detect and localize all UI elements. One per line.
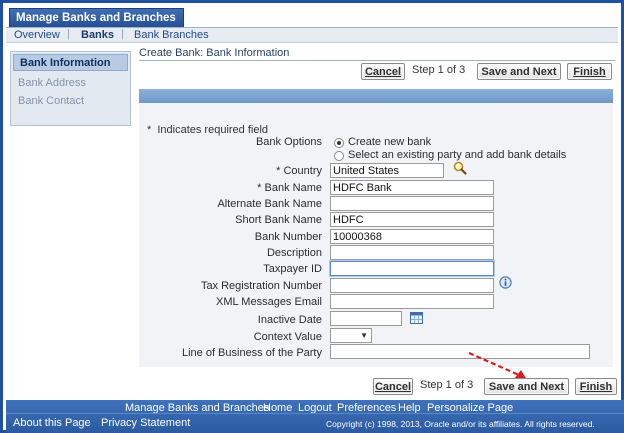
- finish-button-bottom[interactable]: Finish: [575, 378, 617, 395]
- country-value: United States: [333, 165, 400, 177]
- country-label-text: Country: [283, 165, 322, 177]
- cancel-button-label: Cancel: [364, 65, 402, 78]
- country-field[interactable]: United States: [330, 163, 444, 178]
- line-of-business-label: Line of Business of the Party: [181, 347, 322, 359]
- short-bank-name-input[interactable]: HDFC: [330, 212, 494, 227]
- save-and-next-label: Save and Next: [488, 380, 565, 393]
- app-window: Manage Banks and Branches Overview | Ban…: [0, 0, 624, 433]
- cancel-button-label: Cancel: [374, 380, 412, 393]
- tab-banks[interactable]: Banks: [81, 29, 114, 41]
- footer-link-about-page[interactable]: About this Page: [13, 417, 91, 429]
- save-and-next-button-bottom[interactable]: Save and Next: [484, 378, 569, 395]
- step-indicator-top: Step 1 of 3: [412, 64, 466, 76]
- context-value-label: Context Value: [253, 331, 322, 343]
- radio-create-new-bank-label: Create new bank: [348, 136, 432, 148]
- sidebar-item-bank-contact[interactable]: Bank Contact: [18, 95, 84, 107]
- inactive-date-label: Inactive Date: [257, 314, 322, 326]
- save-and-next-button-top[interactable]: Save and Next: [477, 63, 561, 80]
- inactive-date-input[interactable]: [330, 311, 402, 326]
- subtab-separator: |: [67, 28, 70, 40]
- short-bank-name-label: Short Bank Name: [235, 214, 322, 226]
- bank-number-input[interactable]: 10000368: [330, 229, 494, 244]
- short-bank-name-value: HDFC: [333, 214, 364, 226]
- app-title-tab: Manage Banks and Branches: [9, 8, 184, 27]
- tab-bank-branches[interactable]: Bank Branches: [134, 29, 209, 41]
- taxpayer-id-input[interactable]: [330, 261, 494, 276]
- bank-name-label-text: Bank Name: [264, 182, 322, 194]
- radio-select-existing-party[interactable]: [334, 151, 344, 161]
- page-title: Create Bank: Bank Information: [139, 47, 290, 59]
- required-marker: *: [257, 182, 262, 194]
- finish-button-label: Finish: [579, 380, 613, 393]
- title-divider: [139, 60, 615, 61]
- footer-link-privacy-statement[interactable]: Privacy Statement: [101, 417, 190, 429]
- save-and-next-label: Save and Next: [481, 65, 557, 78]
- subtab-separator: |: [121, 28, 124, 40]
- bank-options-label: Bank Options: [255, 136, 322, 148]
- info-icon[interactable]: [499, 276, 512, 289]
- cancel-button-bottom[interactable]: Cancel: [373, 378, 413, 395]
- required-marker: *: [276, 165, 281, 177]
- line-of-business-input[interactable]: [330, 344, 590, 359]
- required-field-note: * Indicates required field: [147, 124, 268, 136]
- sidebar: Bank Information Bank Address Bank Conta…: [10, 51, 131, 126]
- sidebar-item-bank-address[interactable]: Bank Address: [18, 77, 86, 89]
- cancel-button-top[interactable]: Cancel: [361, 63, 405, 80]
- bank-number-value: 10000368: [333, 231, 382, 243]
- finish-button-label: Finish: [573, 65, 606, 78]
- chevron-down-icon: ▼: [360, 331, 368, 340]
- xml-messages-email-label: XML Messages Email: [216, 296, 322, 308]
- description-input[interactable]: [330, 245, 494, 260]
- sidebar-item-bank-information[interactable]: Bank Information: [13, 54, 128, 71]
- radio-create-new-bank[interactable]: [334, 138, 344, 148]
- tax-registration-number-input[interactable]: [330, 278, 494, 293]
- tab-overview[interactable]: Overview: [14, 29, 60, 41]
- context-value-select[interactable]: ▼: [330, 328, 372, 343]
- footer-divider: [6, 413, 624, 414]
- required-note-text: Indicates required field: [157, 124, 269, 136]
- bank-name-value: HDFC Bank: [333, 182, 392, 194]
- bank-number-label: Bank Number: [254, 231, 322, 243]
- calendar-icon[interactable]: [410, 311, 423, 324]
- finish-button-top[interactable]: Finish: [567, 63, 612, 80]
- step-indicator-bottom: Step 1 of 3: [420, 379, 474, 391]
- alternate-bank-name-input[interactable]: [330, 196, 494, 211]
- alternate-bank-name-label: Alternate Bank Name: [217, 198, 322, 210]
- required-marker: *: [147, 124, 152, 136]
- search-icon[interactable]: [453, 161, 467, 175]
- taxpayer-id-label: Taxpayer ID: [263, 263, 322, 275]
- radio-select-existing-party-label: Select an existing party and add bank de…: [348, 149, 567, 161]
- bank-name-input[interactable]: HDFC Bank: [330, 180, 494, 195]
- description-label: Description: [266, 247, 322, 259]
- footer-copyright: Copyright (c) 1998, 2013, Oracle and/or …: [326, 419, 595, 429]
- xml-messages-email-input[interactable]: [330, 294, 494, 309]
- form-header-bar: [139, 89, 613, 103]
- bank-name-label: * Bank Name: [132, 182, 322, 194]
- country-label: * Country: [132, 165, 322, 177]
- tax-registration-number-label: Tax Registration Number: [200, 280, 322, 292]
